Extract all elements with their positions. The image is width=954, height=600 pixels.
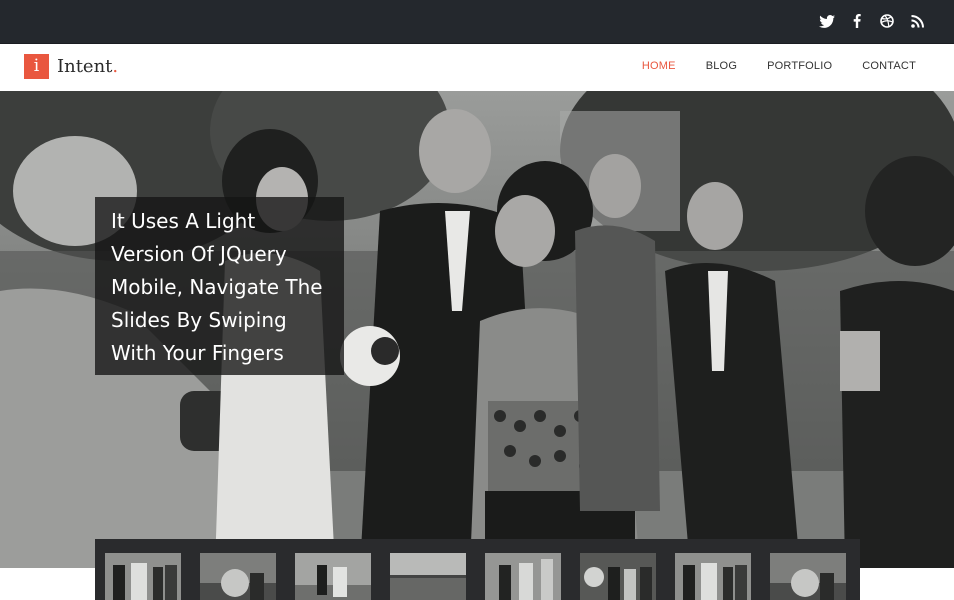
logo-text: Intent <box>57 56 113 77</box>
slide-caption: It Uses A Light Version Of JQuery Mobile… <box>95 197 344 375</box>
slide-thumbnail[interactable] <box>485 553 561 600</box>
nav-portfolio[interactable]: PORTFOLIO <box>767 60 832 72</box>
slide-thumbnail[interactable] <box>295 553 371 600</box>
nav-blog[interactable]: BLOG <box>706 60 737 72</box>
rss-icon[interactable] <box>908 12 926 30</box>
dribbble-icon[interactable] <box>878 12 896 30</box>
social-links <box>818 12 926 30</box>
logo-dot: . <box>112 56 119 77</box>
caption-line: Version Of JQuery <box>111 242 287 266</box>
slide-thumbnail[interactable] <box>770 553 846 600</box>
slide-thumbnail[interactable] <box>675 553 751 600</box>
twitter-icon[interactable] <box>818 12 836 30</box>
slide-thumbnail[interactable] <box>390 553 466 600</box>
slide-thumbnail[interactable] <box>580 553 656 600</box>
nav-contact[interactable]: CONTACT <box>862 60 916 72</box>
logo-mark: i <box>24 54 49 79</box>
thumbnail-strip <box>95 539 860 600</box>
facebook-icon[interactable] <box>848 12 866 30</box>
site-logo[interactable]: i Intent. <box>24 54 118 79</box>
nav-home[interactable]: HOME <box>642 60 676 72</box>
caption-line: It Uses A Light <box>111 209 256 233</box>
caption-line: Slides By Swiping <box>111 308 287 332</box>
caption-line: Mobile, Navigate The <box>111 275 323 299</box>
hero-slider[interactable]: It Uses A Light Version Of JQuery Mobile… <box>0 91 954 568</box>
caption-line: With Your Fingers <box>111 341 284 365</box>
top-bar <box>0 0 954 44</box>
slide-thumbnail[interactable] <box>200 553 276 600</box>
slide-thumbnail[interactable] <box>105 553 181 600</box>
main-nav: HOME BLOG PORTFOLIO CONTACT <box>642 60 916 72</box>
site-header: i Intent. HOME BLOG PORTFOLIO CONTACT <box>0 44 954 91</box>
